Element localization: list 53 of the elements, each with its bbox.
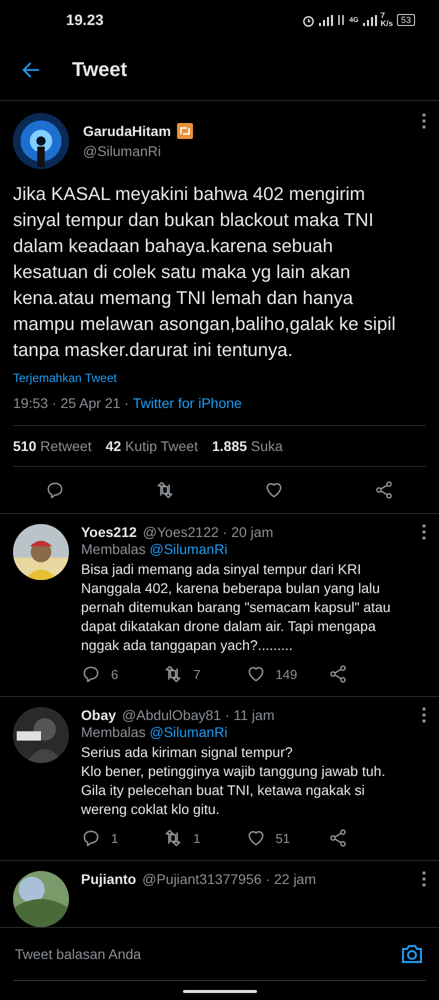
translate-link[interactable]: Terjemahkan Tweet xyxy=(13,371,426,385)
tweet-text: Jika KASAL meyakini bahwa 402 mengirim sinyal tempur dan bukan blackout maka TNI dalam keadaan bahaya.karena sebuah kesatuan di colek satu maka yg lain akan kena.atau memang TNI lemah dan hanya mampu melawan asongan,baliho,galak ke sipil tanpa masker.darurat ini tentunya. xyxy=(13,182,397,362)
more-icon[interactable] xyxy=(422,113,426,129)
heart-icon xyxy=(264,480,284,500)
user-name[interactable]: Obay xyxy=(81,707,116,723)
share-icon xyxy=(374,480,394,500)
battery-indicator: 53 xyxy=(396,14,415,26)
retweet-icon xyxy=(163,828,184,848)
comment-icon xyxy=(81,828,101,848)
comment-icon xyxy=(81,664,101,684)
user-handle: @AbdulObay81 · 11 jam xyxy=(122,707,274,723)
share-icon xyxy=(328,828,348,848)
source-link[interactable]: Twitter for iPhone xyxy=(132,395,242,411)
tweet-timestamp: 19:53 · 25 Apr 21 · xyxy=(13,395,129,411)
network-speed: 7 xyxy=(380,12,386,20)
reply-input[interactable]: Tweet balasan Anda xyxy=(13,945,398,963)
signal-icon xyxy=(362,14,377,26)
page-title: Tweet xyxy=(72,58,128,82)
mention-link[interactable]: @SilumanRi xyxy=(149,541,228,557)
user-handle: @SilumanRi xyxy=(83,143,162,159)
retweet-button[interactable]: 1 xyxy=(163,828,246,848)
retweet-button[interactable]: 7 xyxy=(163,664,246,684)
engagement-stat[interactable]: 42 Kutip Tweet xyxy=(106,438,198,454)
reply-text: Bisa jadi memang ada sinyal tempur dari KRI Nanggala 402, karena beberapa bulan yang lalu pernah ditemukan barang "semacam kapsul" atau dapat dikatakan drone dalam air. Tapi mengapa nggak ada tanggapan yach?......... xyxy=(81,560,392,655)
reply-button[interactable]: 1 xyxy=(81,828,164,848)
user-handle: @Yoes2122 · 20 jam xyxy=(142,524,274,540)
reply-button[interactable]: 6 xyxy=(81,664,164,684)
engagement-stat[interactable]: 510 Retweet xyxy=(13,438,92,454)
retweet-badge-icon xyxy=(176,123,193,139)
replying-label: Membalas xyxy=(81,724,146,740)
engagement-stat[interactable]: 1.885 Suka xyxy=(212,438,283,454)
retweet-icon xyxy=(163,664,184,684)
comment-icon xyxy=(44,480,65,500)
clock-time: 19.23 xyxy=(66,12,104,28)
speed-unit: K/s xyxy=(380,20,393,28)
more-icon[interactable] xyxy=(422,871,426,887)
heart-icon xyxy=(246,664,266,684)
reply-text: Serius ada kiriman signal tempur? Klo bener, petingginya wajib tanggung jawab tuh. Gila ity pelecehan buat TNI, ketawa ngakak si wereng coklat klo gitu. xyxy=(81,743,386,819)
user-name[interactable]: Yoes212 xyxy=(81,524,137,540)
replying-label: Membalas xyxy=(81,541,146,557)
user-handle: @Pujiant31377956 · 22 jam xyxy=(142,871,316,887)
more-icon[interactable] xyxy=(422,707,426,723)
more-icon[interactable] xyxy=(422,524,426,540)
user-name[interactable]: Pujianto xyxy=(81,871,136,887)
mention-link[interactable]: @SilumanRi xyxy=(149,724,228,740)
signal-icon xyxy=(319,14,334,26)
user-name[interactable]: GarudaHitam xyxy=(83,123,171,139)
heart-icon xyxy=(246,828,266,848)
retweet-icon xyxy=(154,480,175,500)
like-button[interactable]: 149 xyxy=(246,664,328,684)
like-button[interactable]: 51 xyxy=(246,828,328,848)
alarm-icon xyxy=(302,14,316,26)
share-icon xyxy=(328,664,348,684)
